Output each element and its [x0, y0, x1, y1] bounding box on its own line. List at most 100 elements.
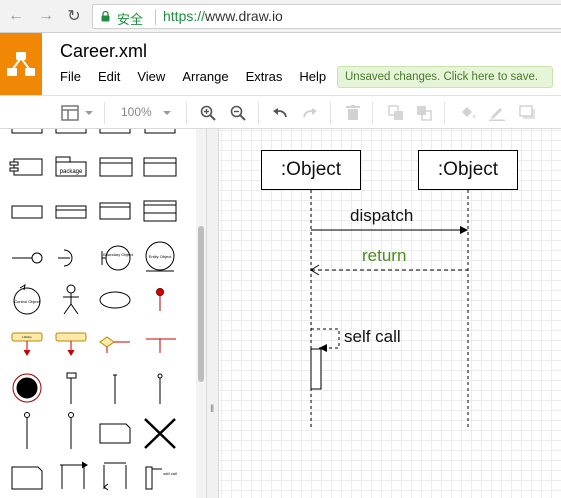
zoom-out-icon	[230, 105, 246, 121]
fill-color-button[interactable]	[458, 103, 478, 123]
shape-fork[interactable]	[146, 338, 176, 353]
forward-icon[interactable]: →	[36, 6, 56, 26]
document-title[interactable]: Career.xml	[60, 41, 147, 62]
menu-view[interactable]: View	[137, 69, 165, 84]
shape-frame[interactable]	[99, 423, 131, 444]
shape-return-message[interactable]	[103, 462, 127, 491]
shape-lifeline-circle-2[interactable]	[68, 412, 74, 450]
shape-lifeline-circle[interactable]	[24, 412, 30, 450]
zoom-in-icon	[200, 105, 216, 121]
dispatch-arrow[interactable]	[311, 226, 468, 234]
shape-required-interface[interactable]	[58, 249, 73, 267]
toolbar-divider	[186, 102, 187, 124]
unsaved-changes-notice[interactable]: Unsaved changes. Click here to save.	[337, 66, 553, 88]
line-color-button[interactable]	[487, 103, 507, 123]
toolbar-divider	[104, 102, 105, 124]
shape-lifeline-small[interactable]	[113, 374, 117, 404]
app-header: Career.xml File Edit View Arrange Extras…	[0, 33, 561, 95]
address-bar[interactable]: 安全 https://www.draw.io	[92, 4, 561, 29]
shape-component[interactable]	[9, 158, 43, 176]
menu-extras[interactable]: Extras	[246, 69, 283, 84]
shape-decision[interactable]	[99, 336, 130, 353]
delete-icon	[346, 105, 360, 120]
shape-interface[interactable]	[11, 205, 43, 219]
self-call-label[interactable]: self call	[344, 327, 401, 347]
shape-lifeline-start[interactable]	[156, 288, 164, 312]
undo-button[interactable]	[270, 103, 290, 123]
delete-button[interactable]	[344, 103, 362, 123]
shape-message[interactable]	[60, 461, 88, 489]
shape-class-4[interactable]	[143, 200, 177, 222]
menu-file[interactable]: File	[60, 69, 81, 84]
return-arrow[interactable]	[310, 264, 468, 276]
shape-class-3[interactable]	[99, 202, 131, 220]
url-text: https://www.draw.io	[163, 8, 283, 24]
menu-arrange[interactable]: Arrange	[182, 69, 228, 84]
zoom-dropdown-chevron-icon[interactable]	[160, 103, 174, 123]
shape-class-2[interactable]	[55, 205, 87, 219]
format-panel-button[interactable]	[60, 103, 96, 123]
shape-palette: package Boundary Object Entity Object Co…	[9, 129, 177, 491]
redo-button[interactable]	[300, 103, 320, 123]
redo-icon	[303, 108, 317, 118]
to-back-button[interactable]	[414, 103, 434, 123]
format-panel-icon	[61, 105, 93, 121]
dispatch-label[interactable]: dispatch	[350, 206, 413, 226]
shape-note[interactable]	[11, 466, 43, 490]
shape-class-top[interactable]	[99, 129, 131, 134]
shape-actor[interactable]	[63, 284, 79, 315]
toolbar-divider	[330, 102, 331, 124]
shape-callback-activation[interactable]	[55, 332, 87, 356]
activation-bar[interactable]	[310, 348, 322, 390]
lock-icon	[101, 11, 110, 22]
panel-splitter[interactable]	[206, 129, 219, 498]
diagram-canvas[interactable]: :Object :Object dispatch return self cal…	[219, 129, 561, 498]
shape-self-call[interactable]	[145, 466, 162, 490]
shape-final-state[interactable]	[12, 373, 42, 403]
url-scheme: https://	[163, 8, 206, 24]
fill-color-icon	[462, 107, 476, 118]
line-color-icon	[489, 108, 505, 121]
zoom-in-button[interactable]	[198, 103, 218, 123]
shape-class-top[interactable]	[144, 129, 176, 134]
control-shape-label: Control Object	[14, 299, 40, 304]
shape-class-top[interactable]	[55, 129, 87, 134]
secure-label: 安全	[117, 12, 144, 27]
entity-shape-label: Entity Object	[149, 254, 173, 259]
shape-panel-scroll-thumb[interactable]	[198, 226, 204, 382]
menu-edit[interactable]: Edit	[98, 69, 120, 84]
splitter-grip-icon[interactable]: ‖	[210, 404, 214, 415]
toolbar: 100%	[0, 95, 561, 129]
drawio-logo[interactable]	[0, 33, 42, 95]
shape-class-attrs[interactable]	[143, 157, 177, 177]
shape-use-case[interactable]	[99, 291, 131, 309]
url-host: www.draw.io	[205, 8, 283, 24]
menu-bar: File Edit View Arrange Extras Help	[60, 69, 343, 84]
return-label[interactable]: return	[362, 246, 406, 266]
self-call-shape-label: self call	[163, 471, 176, 476]
shape-lifeline-dot[interactable]	[157, 373, 163, 404]
shape-lifeline-box[interactable]	[66, 372, 77, 404]
undo-icon	[273, 108, 287, 118]
boundary-shape-label: Boundary Object	[103, 252, 134, 257]
shape-provided-interface[interactable]	[12, 252, 43, 264]
toolbar-divider	[444, 102, 445, 124]
shadow-button[interactable]	[518, 103, 538, 123]
to-back-icon	[417, 106, 432, 121]
zoom-level[interactable]: 100%	[121, 105, 152, 119]
shape-class[interactable]	[99, 157, 133, 177]
lifeline-b-box[interactable]: :Object	[418, 150, 518, 190]
reload-icon[interactable]: ↻	[64, 6, 84, 26]
shape-destroy[interactable]	[144, 418, 176, 449]
package-shape-label: package	[60, 169, 83, 175]
url-divider	[155, 9, 156, 25]
toolbar-divider	[372, 102, 373, 124]
shape-boundary-object[interactable]	[101, 245, 131, 271]
zoom-out-button[interactable]	[228, 103, 248, 123]
activation-shape-label: Lifeline	[22, 335, 32, 339]
shape-class-top[interactable]	[11, 129, 43, 134]
lifeline-a-box[interactable]: :Object	[261, 150, 361, 190]
back-icon[interactable]: ←	[6, 6, 26, 26]
to-front-button[interactable]	[386, 103, 406, 123]
menu-help[interactable]: Help	[299, 69, 326, 84]
